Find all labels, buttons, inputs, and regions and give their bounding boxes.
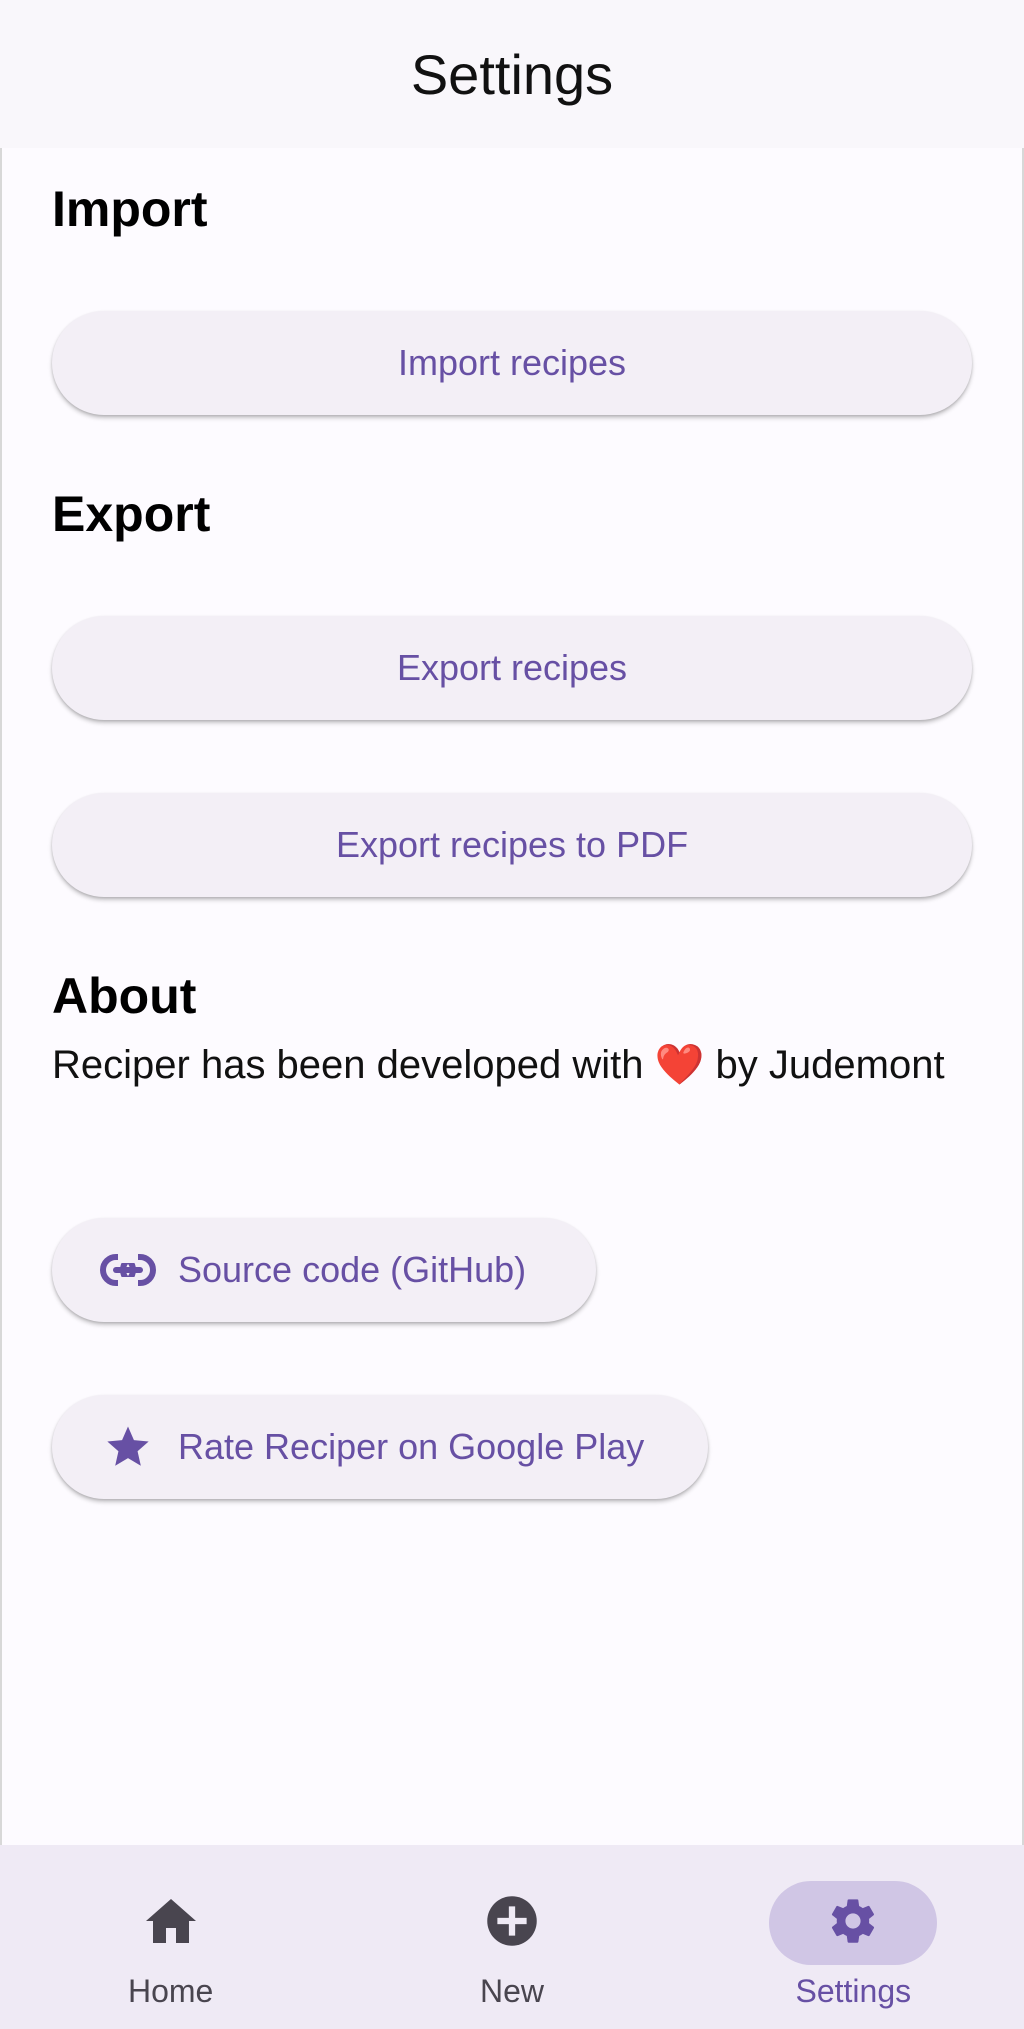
frame-edge-left	[0, 0, 2, 2029]
export-pdf-button[interactable]: Export recipes to PDF	[52, 793, 972, 897]
import-recipes-button[interactable]: Import recipes	[52, 311, 972, 415]
gear-icon	[827, 1895, 879, 1952]
export-recipes-button[interactable]: Export recipes	[52, 616, 972, 720]
nav-label-home: Home	[127, 1973, 214, 2009]
add-circle-icon	[485, 1894, 539, 1953]
nav-label-settings: Settings	[795, 1973, 912, 2009]
nav-item-home[interactable]: Home	[0, 1845, 341, 2029]
source-code-label: Source code (GitHub)	[178, 1249, 527, 1290]
nav-pill-home	[87, 1881, 255, 1965]
source-code-button[interactable]: Source code (GitHub)	[52, 1218, 596, 1322]
heart-emoji: ❤️	[654, 1043, 705, 1087]
import-recipes-label: Import recipes	[397, 342, 627, 383]
nav-item-new[interactable]: New	[341, 1845, 682, 2029]
star-icon	[98, 1417, 158, 1477]
page-title: Settings	[410, 42, 614, 106]
link-icon	[98, 1240, 158, 1300]
bottom-navigation: Home New Settings	[0, 1845, 1024, 2029]
nav-item-settings[interactable]: Settings	[683, 1845, 1024, 2029]
app-bar: Settings	[0, 0, 1024, 148]
export-pdf-label: Export recipes to PDF	[335, 824, 689, 865]
about-text-before: Reciper has been developed with	[52, 1043, 655, 1087]
nav-pill-new	[428, 1881, 596, 1965]
about-section-title: About	[52, 968, 197, 1024]
about-text-after: by Judemont	[704, 1043, 945, 1087]
about-text: Reciper has been developed with ❤️ by Ju…	[52, 1035, 952, 1095]
rate-app-button[interactable]: Rate Reciper on Google Play	[52, 1395, 708, 1499]
export-recipes-label: Export recipes	[396, 647, 628, 688]
export-section-title: Export	[52, 486, 211, 542]
nav-pill-settings	[769, 1881, 938, 1965]
home-icon	[145, 1898, 197, 1949]
rate-app-label: Rate Reciper on Google Play	[178, 1426, 645, 1467]
nav-label-new: New	[479, 1973, 544, 2009]
import-section-title: Import	[52, 181, 208, 237]
